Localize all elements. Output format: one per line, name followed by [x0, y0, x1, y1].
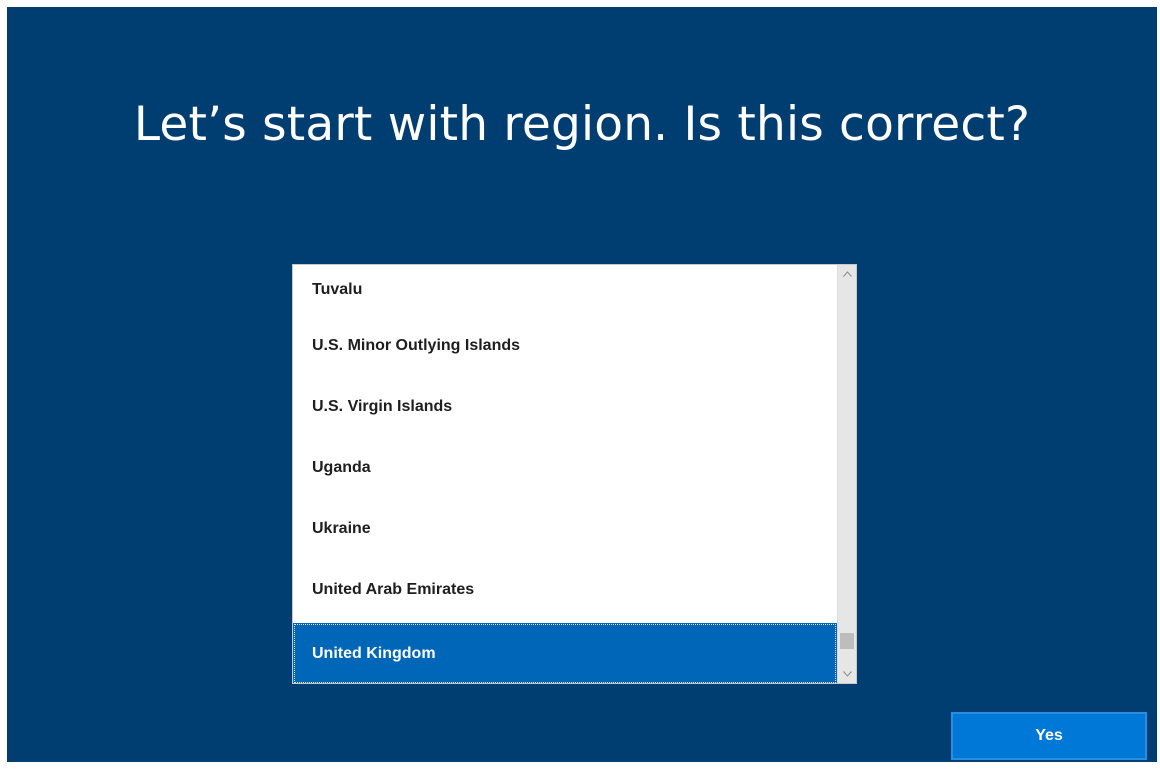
page-title: Let’s start with region. Is this correct…: [133, 97, 1031, 152]
yes-button[interactable]: Yes: [951, 712, 1147, 760]
chevron-down-icon[interactable]: [838, 666, 856, 683]
region-list-item[interactable]: Ukraine: [293, 498, 838, 559]
region-list[interactable]: Tuvalu U.S. Minor Outlying Islands U.S. …: [292, 264, 857, 684]
scrollbar-thumb[interactable]: [840, 633, 854, 649]
region-list-items: Tuvalu U.S. Minor Outlying Islands U.S. …: [293, 265, 838, 683]
region-list-item[interactable]: U.S. Virgin Islands: [293, 376, 838, 437]
region-list-item[interactable]: Uganda: [293, 437, 838, 498]
chevron-up-icon[interactable]: [838, 265, 856, 282]
region-list-item[interactable]: Tuvalu: [293, 265, 838, 315]
region-list-scrollbar[interactable]: [837, 265, 856, 683]
region-list-item[interactable]: United Arab Emirates: [293, 559, 838, 620]
region-list-item-selected[interactable]: United Kingdom: [293, 623, 837, 683]
region-list-item[interactable]: U.S. Minor Outlying Islands: [293, 315, 838, 376]
oobe-region-screen: Let’s start with region. Is this correct…: [7, 7, 1157, 762]
